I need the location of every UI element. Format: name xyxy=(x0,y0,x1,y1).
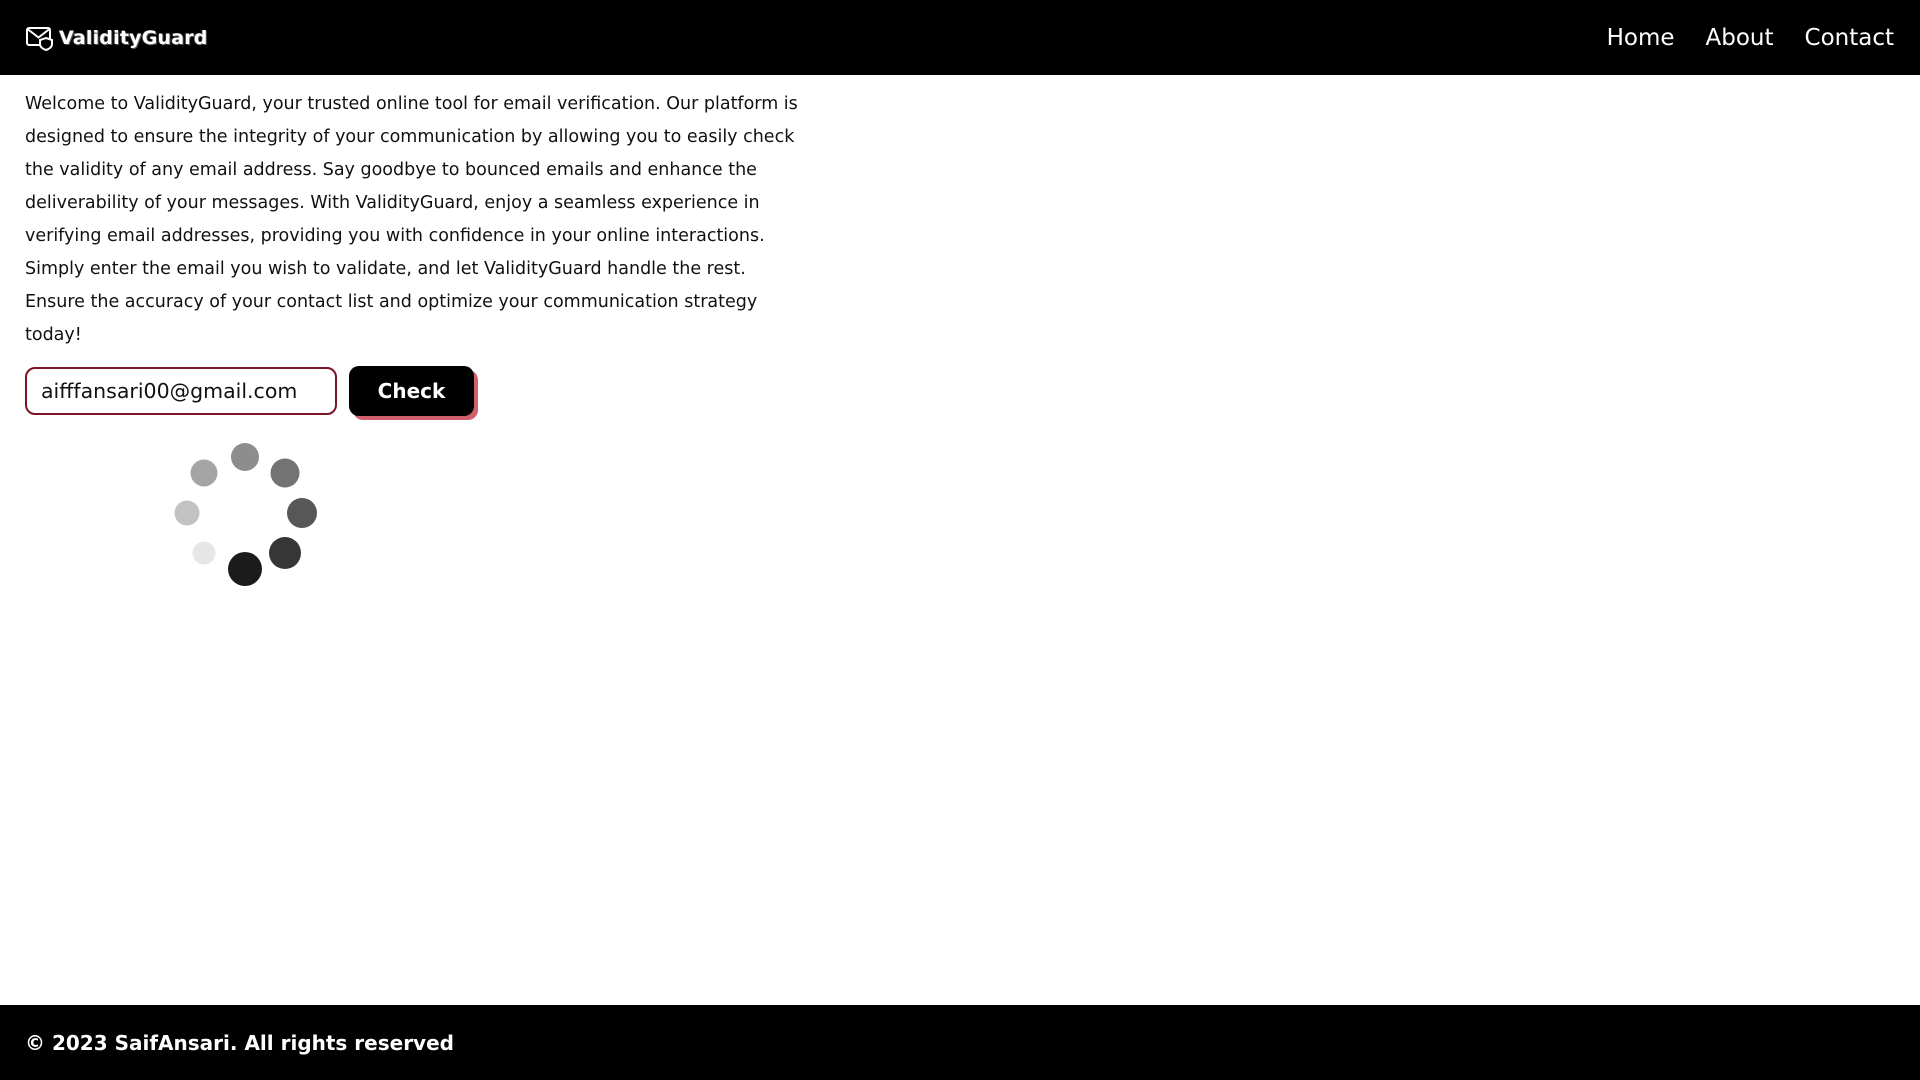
spinner-dot xyxy=(269,537,301,569)
mail-shield-icon xyxy=(26,26,53,51)
main-content: Welcome to ValidityGuard, your trusted o… xyxy=(25,88,800,416)
copyright-text: © 2023 SaifAnsari. All rights reserved xyxy=(25,1030,454,1055)
navbar: ValidityGuard Home About Contact xyxy=(0,0,1920,75)
spinner-dot xyxy=(231,443,259,471)
intro-text: Welcome to ValidityGuard, your trusted o… xyxy=(25,94,798,345)
email-check-form: Check xyxy=(25,366,800,416)
spinner-dot xyxy=(174,500,200,526)
spinner-dot xyxy=(287,498,317,528)
footer: © 2023 SaifAnsari. All rights reserved xyxy=(0,1005,1920,1080)
nav-link-about[interactable]: About xyxy=(1706,25,1774,51)
spinner-dot xyxy=(270,458,300,488)
brand-logo[interactable]: ValidityGuard xyxy=(25,24,208,52)
spinner-dot xyxy=(228,552,262,586)
nav-link-contact[interactable]: Contact xyxy=(1805,25,1894,51)
loading-spinner-icon xyxy=(174,443,317,586)
spinner-dot xyxy=(192,541,216,565)
email-input[interactable] xyxy=(25,367,337,415)
nav-link-home[interactable]: Home xyxy=(1607,25,1675,51)
brand-name: ValidityGuard xyxy=(59,26,208,49)
spinner-dot xyxy=(190,459,218,487)
check-button[interactable]: Check xyxy=(349,366,474,416)
nav-links: Home About Contact xyxy=(1607,25,1894,51)
